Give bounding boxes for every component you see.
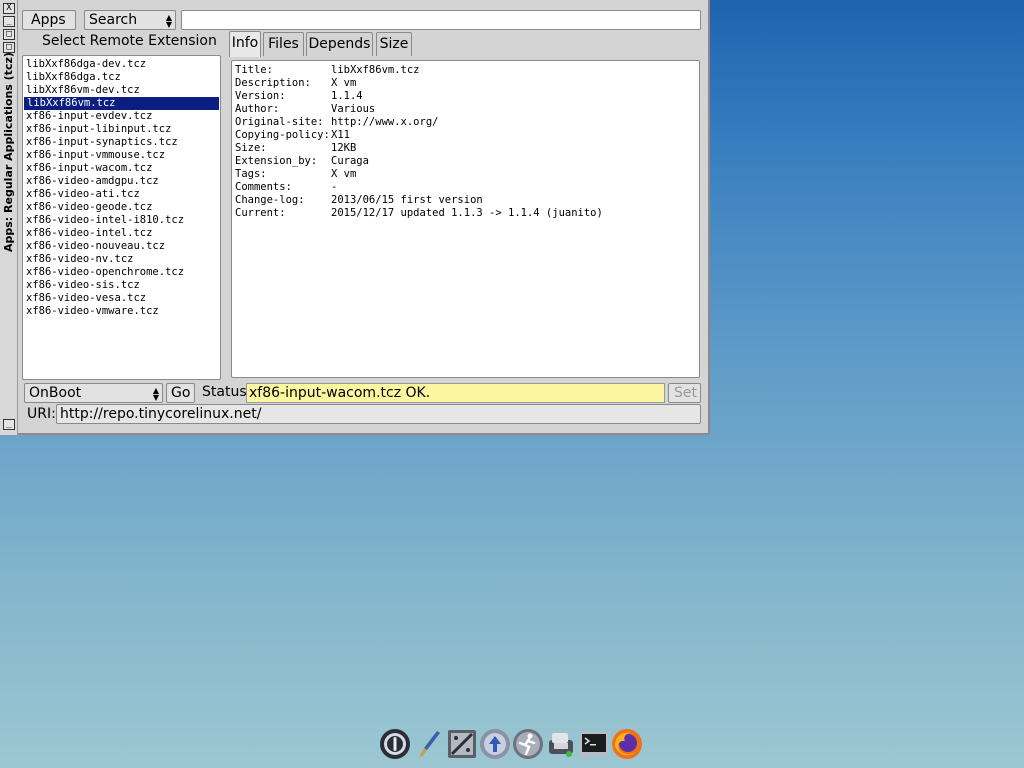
info-key: Tags: — [235, 168, 267, 180]
list-item[interactable]: xf86-video-vmware.tcz — [23, 305, 220, 318]
set-button[interactable]: Set — [668, 383, 701, 403]
info-value: Various — [331, 103, 376, 115]
info-row: Author: Various — [235, 103, 699, 116]
info-value: X vm — [331, 168, 357, 180]
paintbrush-icon[interactable] — [413, 728, 445, 760]
info-value: 2013/06/15 first version — [331, 194, 483, 206]
control-panel-icon[interactable] — [446, 728, 478, 760]
updown-arrows-icon: ▲ ▼ — [152, 386, 159, 402]
list-item[interactable]: xf86-video-intel-i810.tcz — [23, 214, 220, 227]
info-row: Size: 12KB — [235, 142, 699, 155]
tab-files[interactable]: Files — [263, 32, 304, 56]
list-item[interactable]: xf86-input-synaptics.tcz — [23, 136, 220, 149]
info-panel: Title: libXxf86vm.tcz Description: X vm Vers… — [231, 60, 700, 378]
info-value: 12KB — [331, 142, 357, 154]
extension-list-header: Select Remote Extension — [42, 33, 217, 49]
info-row: Change-log: 2013/06/15 first version — [235, 194, 699, 207]
go-button[interactable]: Go — [166, 383, 195, 403]
mount-tool-icon[interactable] — [479, 728, 511, 760]
apps-runner-icon[interactable] — [512, 728, 544, 760]
info-key: Current: — [235, 207, 286, 219]
list-item[interactable]: libXxf86vm.tcz — [24, 97, 219, 110]
list-item[interactable]: libXxf86dga.tcz — [23, 71, 220, 84]
info-row: Tags: X vm — [235, 168, 699, 181]
minimize-icon[interactable]: _ — [3, 16, 15, 27]
info-row: Comments: - — [235, 181, 699, 194]
list-item[interactable]: xf86-video-geode.tcz — [23, 201, 220, 214]
info-key: Change-log: — [235, 194, 305, 206]
list-item[interactable]: xf86-video-vesa.tcz — [23, 292, 220, 305]
terminal-icon[interactable] — [578, 728, 610, 760]
extension-list[interactable]: libXxf86dga-dev.tcz libXxf86dga.tcz libXxf… — [22, 55, 221, 380]
info-value: 1.1.4 — [331, 90, 363, 102]
window-titlebar: X _ □ □ Apps: Regular Applications (tcz)… — [0, 0, 18, 435]
info-row: Extension_by: Curaga — [235, 155, 699, 168]
tab-size[interactable]: Size — [376, 32, 412, 56]
info-key: Title: — [235, 64, 273, 76]
info-value: X vm — [331, 77, 357, 89]
info-value: 2015/12/17 updated 1.1.3 -> 1.1.4 (juani… — [331, 207, 603, 219]
info-key: Extension_by: — [235, 155, 318, 167]
list-item[interactable]: libXxf86dga-dev.tcz — [23, 58, 220, 71]
list-item[interactable]: xf86-video-ati.tcz — [23, 188, 220, 201]
uri-field[interactable]: http://repo.tinycorelinux.net/ — [56, 404, 701, 424]
info-value: - — [331, 181, 338, 193]
status-field: xf86-input-wacom.tcz OK. — [246, 383, 665, 403]
app-window: X _ □ □ Apps: Regular Applications (tcz)… — [0, 0, 710, 435]
status-label: Status — [202, 384, 247, 400]
list-item[interactable]: libXxf86vm-dev.tcz — [23, 84, 220, 97]
info-row: Original-site: http://www.x.org/ — [235, 116, 699, 129]
shade-icon[interactable]: _ — [3, 419, 15, 430]
list-item[interactable]: xf86-video-intel.tcz — [23, 227, 220, 240]
info-key: Comments: — [235, 181, 292, 193]
info-row: Title: libXxf86vm.tcz — [235, 64, 699, 77]
uri-label: URI: — [27, 406, 56, 422]
install-mode-select[interactable]: OnBoot ▲ ▼ — [24, 383, 163, 403]
info-value: Curaga — [331, 155, 369, 167]
updown-arrows-icon: ▲ ▼ — [165, 13, 172, 29]
list-item[interactable]: xf86-input-wacom.tcz — [23, 162, 220, 175]
apps-menu-button[interactable]: Apps — [22, 10, 76, 30]
list-item[interactable]: xf86-video-nouveau.tcz — [23, 240, 220, 253]
list-item[interactable]: xf86-input-evdev.tcz — [23, 110, 220, 123]
list-item[interactable]: xf86-video-amdgpu.tcz — [23, 175, 220, 188]
info-row: Description: X vm — [235, 77, 699, 90]
dock — [379, 727, 647, 761]
maximize-icon[interactable]: □ — [3, 29, 15, 40]
power-icon[interactable] — [379, 728, 411, 760]
info-key: Original-site: — [235, 116, 324, 128]
close-icon[interactable]: X — [3, 3, 15, 14]
info-key: Description: — [235, 77, 311, 89]
tab-depends[interactable]: Depends — [306, 32, 373, 56]
list-item[interactable]: xf86-video-openchrome.tcz — [23, 266, 220, 279]
firefox-icon[interactable] — [611, 728, 643, 760]
list-item[interactable]: xf86-video-sis.tcz — [23, 279, 220, 292]
search-input[interactable] — [181, 10, 701, 30]
info-row: Version: 1.1.4 — [235, 90, 699, 103]
info-value: libXxf86vm.tcz — [331, 64, 420, 76]
tab-info[interactable]: Info — [229, 31, 261, 57]
list-item[interactable]: xf86-input-libinput.tcz — [23, 123, 220, 136]
list-item[interactable]: xf86-video-nv.tcz — [23, 253, 220, 266]
list-item[interactable]: xf86-input-vmmouse.tcz — [23, 149, 220, 162]
info-row: Copying-policy:X11 — [235, 129, 699, 142]
info-key: Size: — [235, 142, 267, 154]
info-value: X11 — [331, 129, 350, 141]
info-key: Author: — [235, 103, 280, 115]
info-value: http://www.x.org/ — [331, 116, 439, 128]
window-title: Apps: Regular Applications (tcz) — [2, 52, 15, 252]
info-key: Version: — [235, 90, 286, 102]
editor-icon[interactable] — [545, 728, 577, 760]
info-row: Current: 2015/12/17 updated 1.1.3 -> 1.1.… — [235, 207, 699, 220]
search-mode-select[interactable]: Search ▲ ▼ — [84, 10, 176, 30]
info-key: Copying-policy: — [235, 129, 330, 141]
